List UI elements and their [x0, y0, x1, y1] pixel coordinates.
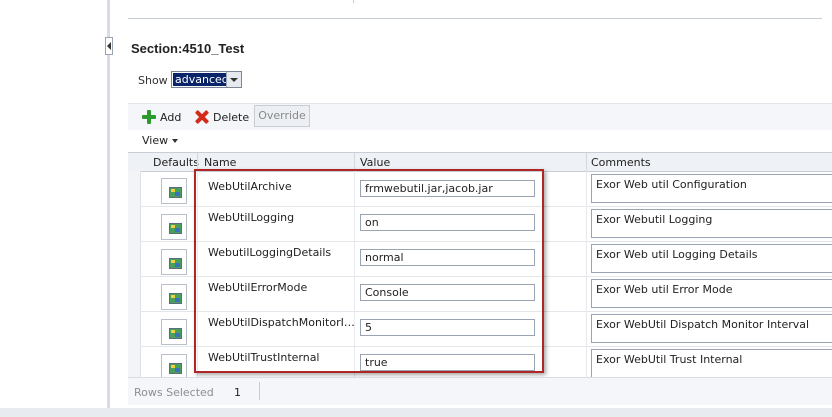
column-header-comments[interactable]: Comments: [591, 156, 651, 169]
name-cell: WebUtilErrorMode: [208, 281, 308, 294]
rows-selected-label: Rows Selected: [134, 386, 214, 399]
chevron-down-icon: [172, 139, 179, 143]
page-title: Section:4510_Test: [131, 41, 245, 56]
plus-icon: [142, 110, 156, 124]
default-image-icon: [169, 223, 182, 234]
left-panel: [0, 0, 107, 417]
defaults-button[interactable]: [161, 319, 187, 345]
previous-table-bottom: [128, 0, 822, 19]
default-image-icon: [169, 187, 182, 198]
comment-input[interactable]: Exor Webutil Logging: [591, 209, 832, 238]
name-cell: WebutilLoggingDetails: [208, 246, 332, 259]
view-label: View: [142, 134, 169, 147]
comment-input[interactable]: Exor Web util Logging Details: [591, 244, 832, 273]
name-cell: WebUtilDispatchMonitorInte...: [208, 316, 356, 329]
table-header: Defaults Name Value Comments: [128, 152, 832, 172]
default-image-icon: [169, 363, 182, 374]
comment-input[interactable]: Exor Web util Configuration: [591, 174, 832, 203]
table-row[interactable]: WebUtilArchive frmwebutil.jar,jacob.jar …: [140, 171, 832, 207]
comment-input[interactable]: Exor WebUtil Trust Internal: [591, 349, 832, 377]
show-select-value: advanced: [173, 73, 231, 86]
column-header-value[interactable]: Value: [360, 156, 390, 169]
default-image-icon: [169, 293, 182, 304]
delete-label: Delete: [213, 110, 250, 124]
bottom-bar: [0, 408, 832, 417]
panel-splitter[interactable]: [107, 0, 110, 417]
defaults-button[interactable]: [161, 284, 187, 310]
chevron-down-icon[interactable]: [226, 72, 241, 87]
show-label: Show: [138, 74, 168, 87]
comment-input[interactable]: Exor Web util Error Mode: [591, 279, 832, 308]
table-toolbar: Add Delete Override: [128, 103, 832, 130]
parameters-table: Defaults Name Value Comments WebUtilArch…: [128, 152, 832, 378]
comment-input[interactable]: Exor WebUtil Dispatch Monitor Interval: [591, 314, 832, 343]
column-header-defaults[interactable]: Defaults: [153, 156, 199, 169]
value-input[interactable]: Console: [360, 284, 535, 301]
default-image-icon: [169, 328, 182, 339]
value-input[interactable]: true: [360, 354, 535, 371]
show-select[interactable]: advanced: [171, 71, 242, 88]
rows-selected-count: 1: [234, 386, 241, 399]
value-input[interactable]: 5: [360, 319, 535, 336]
collapse-panel-icon[interactable]: [105, 37, 113, 55]
value-input[interactable]: on: [360, 214, 535, 231]
delete-button[interactable]: Delete: [195, 108, 249, 126]
name-cell: WebUtilLogging: [208, 211, 295, 224]
defaults-button[interactable]: [161, 249, 187, 275]
table-row[interactable]: WebUtilDispatchMonitorInte... 5 Exor Web…: [140, 311, 832, 347]
column-header-name[interactable]: Name: [204, 156, 236, 169]
x-icon: [195, 110, 209, 124]
value-input[interactable]: frmwebutil.jar,jacob.jar: [360, 180, 535, 197]
table-row[interactable]: WebUtilLogging on Exor Webutil Logging: [140, 206, 832, 242]
table-row[interactable]: WebUtilTrustInternal true Exor WebUtil T…: [140, 346, 832, 378]
override-button[interactable]: Override: [254, 105, 310, 127]
status-bar: Rows Selected 1: [128, 377, 832, 405]
add-label: Add: [160, 110, 182, 124]
defaults-button[interactable]: [161, 214, 187, 240]
add-button[interactable]: Add: [142, 108, 181, 126]
value-input[interactable]: normal: [360, 249, 535, 266]
defaults-button[interactable]: [161, 178, 187, 204]
table-row[interactable]: WebutilLoggingDetails normal Exor Web ut…: [140, 241, 832, 277]
view-menu[interactable]: View: [142, 134, 179, 147]
default-image-icon: [169, 258, 182, 269]
table-row[interactable]: WebUtilErrorMode Console Exor Web util E…: [140, 276, 832, 312]
defaults-button[interactable]: [161, 354, 187, 377]
name-cell: WebUtilTrustInternal: [208, 351, 320, 364]
name-cell: WebUtilArchive: [208, 180, 292, 193]
status-divider: [259, 382, 260, 400]
